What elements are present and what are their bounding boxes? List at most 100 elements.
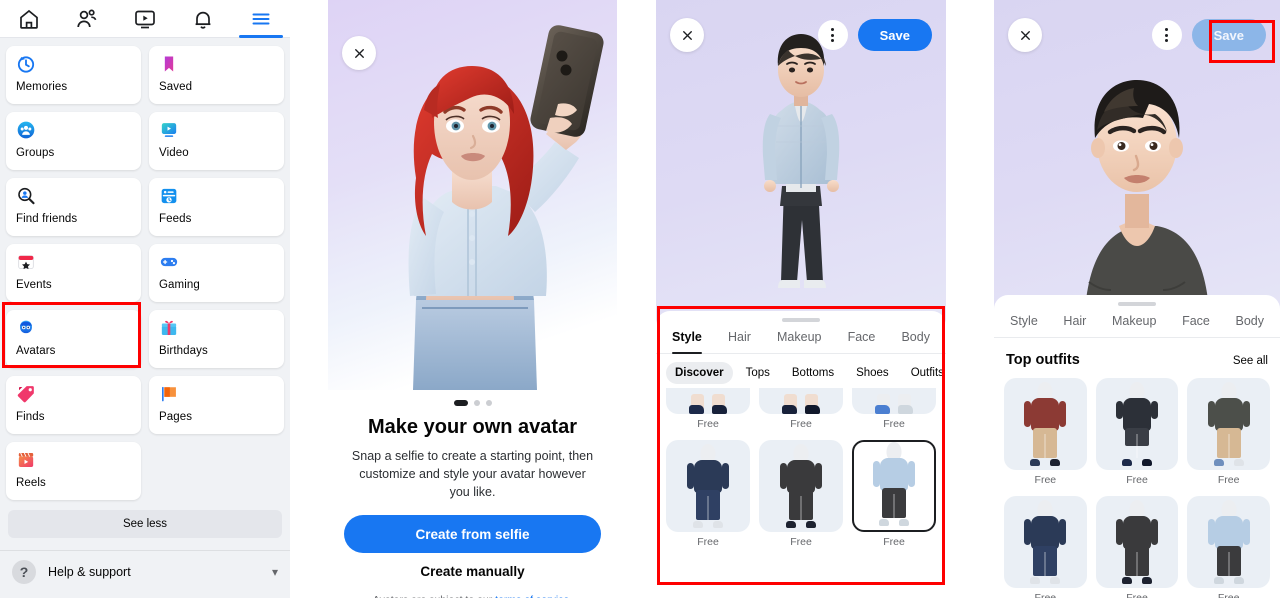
- shortcut-saved[interactable]: Saved: [149, 46, 284, 104]
- friends-icon: [77, 9, 97, 27]
- nav-notifications[interactable]: [174, 0, 232, 37]
- item-thumbnail: [666, 440, 750, 532]
- item-card[interactable]: Free: [1095, 378, 1179, 486]
- more-options-button[interactable]: [1151, 20, 1182, 50]
- item-card[interactable]: Free: [1004, 496, 1087, 598]
- subtab-bottoms[interactable]: Bottoms: [783, 362, 843, 384]
- shortcut-video[interactable]: Video: [149, 112, 284, 170]
- top-navigation-bar: [0, 0, 290, 38]
- avatar-editor-style-panel: Save Style Hair Makeup Face Body Discove…: [656, 0, 946, 598]
- item-thumbnail: [666, 388, 750, 414]
- create-manually-button[interactable]: Create manually: [344, 553, 601, 589]
- tab-face[interactable]: Face: [1182, 314, 1210, 337]
- onboarding-title: Make your own avatar: [368, 416, 577, 438]
- see-all-link[interactable]: See all: [1233, 355, 1268, 367]
- tab-makeup[interactable]: Makeup: [1112, 314, 1156, 337]
- nav-menu[interactable]: [232, 0, 290, 38]
- item-card[interactable]: Free: [852, 388, 936, 430]
- groups-icon: [17, 121, 35, 139]
- subtab-outfits[interactable]: Outfits: [902, 362, 946, 384]
- item-price: Free: [1034, 592, 1057, 598]
- avatar-portrait: [1084, 80, 1210, 336]
- tab-hair[interactable]: Hair: [1063, 314, 1086, 337]
- notifications-bell-icon: [195, 11, 211, 29]
- items-row-1: Free Free Free: [994, 378, 1280, 486]
- clock-history-icon: [17, 56, 35, 73]
- item-thumbnail: [1004, 378, 1087, 470]
- carousel-dot-3[interactable]: [485, 400, 492, 406]
- terms-of-service-link[interactable]: terms of service: [495, 594, 569, 598]
- item-card[interactable]: Free: [759, 440, 843, 548]
- see-less-button[interactable]: See less: [8, 510, 282, 538]
- close-x-icon: [354, 48, 364, 58]
- close-x-icon: [682, 30, 692, 40]
- top-outfits-section-header: Top outfits See all: [994, 338, 1280, 378]
- terms-of-service-note: Avatars are subject to our terms of serv…: [328, 594, 617, 598]
- more-options-icon: [831, 28, 835, 31]
- subtab-tops[interactable]: Tops: [737, 362, 779, 384]
- tab-body[interactable]: Body: [901, 330, 930, 353]
- help-and-support-row[interactable]: ? Help & support ▾: [0, 550, 290, 592]
- avatar-selfie-illustration: [328, 0, 617, 390]
- question-mark-icon: ?: [12, 559, 36, 584]
- create-from-selfie-button[interactable]: Create from selfie: [344, 515, 601, 554]
- item-card-selected[interactable]: Free: [852, 440, 936, 548]
- item-thumbnail: [1095, 378, 1179, 470]
- item-thumbnail: [1187, 378, 1270, 470]
- save-button[interactable]: Save: [1191, 19, 1266, 51]
- avatar-stage: Save Style Hair Makeup Face Body Top out…: [994, 0, 1280, 598]
- shortcut-gaming[interactable]: Gaming: [149, 244, 284, 302]
- shortcut-find-friends[interactable]: Find friends: [6, 178, 141, 236]
- carousel-dot-1[interactable]: [453, 400, 468, 406]
- bookmark-icon: [164, 56, 174, 72]
- tab-makeup[interactable]: Makeup: [777, 330, 821, 353]
- item-card[interactable]: Free: [666, 440, 750, 548]
- shortcut-birthdays[interactable]: Birthdays: [149, 310, 284, 368]
- item-thumbnail: [1187, 496, 1270, 588]
- shortcut-avatars[interactable]: Avatars: [6, 310, 141, 368]
- shortcut-finds[interactable]: Finds: [6, 376, 141, 434]
- style-subtabs: Discover Tops Bottoms Shoes Outfits: [656, 354, 946, 388]
- item-card[interactable]: Free: [1187, 496, 1270, 598]
- facebook-menu-panel: Memories Saved Groups Video Find friends…: [0, 0, 290, 598]
- shortcut-reels[interactable]: Reels: [6, 442, 141, 500]
- birthday-gift-icon: [161, 320, 177, 335]
- shortcut-events[interactable]: Events: [6, 244, 141, 302]
- close-button[interactable]: [1008, 18, 1042, 52]
- item-thumbnail: [1004, 496, 1087, 588]
- more-options-icon: [1165, 28, 1169, 31]
- shortcut-label: Birthdays: [159, 345, 208, 357]
- tab-face[interactable]: Face: [848, 330, 876, 353]
- save-button[interactable]: Save: [857, 19, 932, 51]
- shortcut-label: Video: [159, 147, 189, 159]
- tab-body[interactable]: Body: [1236, 314, 1265, 337]
- subtab-discover[interactable]: Discover: [666, 362, 733, 384]
- carousel-dots[interactable]: [328, 390, 617, 406]
- items-row-outfits: Free Free Free: [656, 440, 946, 548]
- tab-style[interactable]: Style: [672, 330, 702, 354]
- close-button[interactable]: [670, 18, 704, 52]
- tab-style[interactable]: Style: [1010, 314, 1038, 337]
- shortcut-memories[interactable]: Memories: [6, 46, 141, 104]
- shortcut-feeds[interactable]: Feeds: [149, 178, 284, 236]
- close-button[interactable]: [342, 36, 376, 70]
- item-card[interactable]: Free: [1187, 378, 1270, 486]
- item-card[interactable]: Free: [1004, 378, 1087, 486]
- more-options-button[interactable]: [817, 20, 848, 50]
- item-price: Free: [883, 536, 905, 548]
- item-card[interactable]: Free: [1095, 496, 1179, 598]
- shortcut-groups[interactable]: Groups: [6, 112, 141, 170]
- nav-friends[interactable]: [58, 0, 116, 37]
- editor-tabs: Style Hair Makeup Face Body: [656, 322, 946, 354]
- nav-video[interactable]: [116, 0, 174, 37]
- tos-prefix: Avatars are subject to our: [373, 594, 495, 598]
- carousel-dot-2[interactable]: [473, 400, 480, 406]
- item-card[interactable]: Free: [666, 388, 750, 430]
- shortcut-label: Saved: [159, 81, 193, 93]
- subtab-shoes[interactable]: Shoes: [847, 362, 898, 384]
- nav-home[interactable]: [0, 0, 58, 37]
- item-card[interactable]: Free: [759, 388, 843, 430]
- tab-hair[interactable]: Hair: [728, 330, 751, 353]
- section-title: Top outfits: [1006, 352, 1080, 368]
- shortcut-pages[interactable]: Pages: [149, 376, 284, 434]
